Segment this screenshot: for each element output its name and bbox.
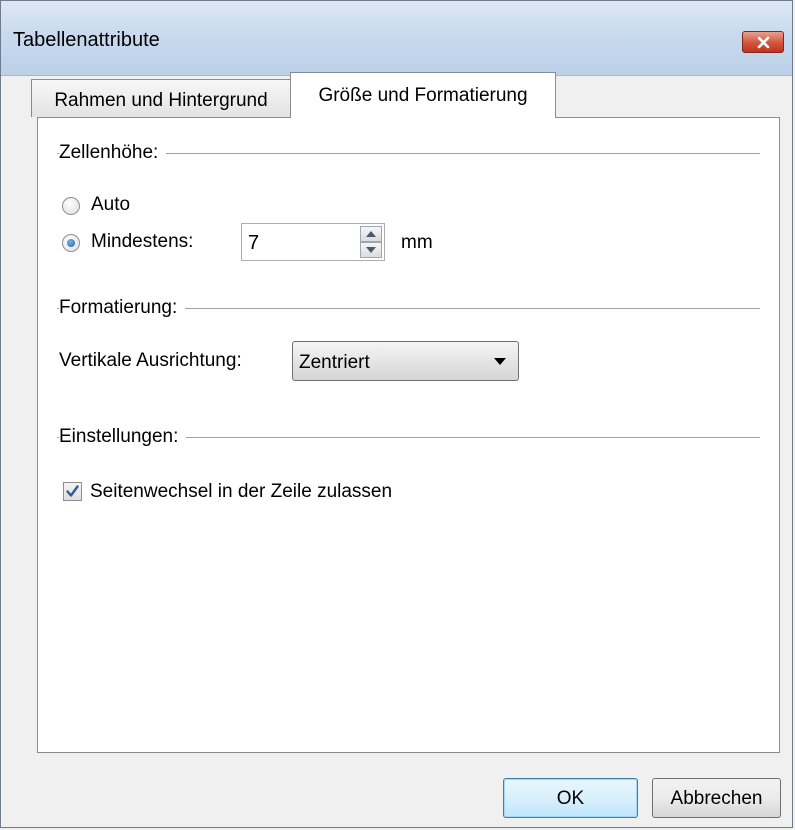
stepper-up-button[interactable] — [360, 226, 382, 242]
min-height-value[interactable]: 7 — [248, 232, 259, 255]
title-bar: Tabellenattribute — [1, 1, 792, 76]
min-height-stepper[interactable]: 7 — [241, 223, 385, 261]
checkmark-icon — [66, 485, 79, 497]
window-title: Tabellenattribute — [13, 29, 160, 51]
radio-mindestens-label[interactable]: Mindestens: — [91, 231, 193, 253]
stepper-down-button[interactable] — [360, 242, 382, 258]
unit-label: mm — [401, 232, 433, 253]
tab-rahmen-hintergrund[interactable]: Rahmen und Hintergrund — [31, 79, 291, 117]
tab-label: Rahmen und Hintergrund — [54, 90, 268, 111]
vertical-align-select[interactable]: Zentriert — [292, 341, 519, 381]
stepper-buttons — [360, 226, 382, 258]
section-title-cell-height: Zellenhöhe: — [59, 142, 167, 164]
vertical-align-value: Zentriert — [299, 352, 370, 373]
ok-button[interactable]: OK — [503, 778, 638, 818]
radio-auto-label[interactable]: Auto — [91, 194, 130, 216]
dialog-window: Tabellenattribute Rahmen und Hintergrund… — [0, 0, 793, 828]
section-title-settings: Einstellungen: — [59, 426, 187, 448]
tab-label: Größe und Formatierung — [318, 85, 528, 106]
close-icon — [757, 36, 770, 49]
chevron-down-icon — [494, 358, 506, 365]
radio-mindestens[interactable] — [62, 234, 80, 252]
cancel-button[interactable]: Abbrechen — [652, 778, 781, 818]
chevron-down-icon — [366, 247, 376, 253]
page-break-label[interactable]: Seitenwechsel in der Zeile zulassen — [90, 481, 392, 503]
page-break-checkbox[interactable] — [63, 482, 82, 501]
tab-groesse-formatierung[interactable]: Größe und Formatierung — [290, 72, 556, 118]
close-button[interactable] — [742, 31, 784, 53]
chevron-up-icon — [366, 231, 376, 237]
section-title-formatting: Formatierung: — [59, 297, 186, 319]
radio-auto[interactable] — [62, 197, 80, 215]
vertical-align-label: Vertikale Ausrichtung: — [59, 350, 242, 371]
